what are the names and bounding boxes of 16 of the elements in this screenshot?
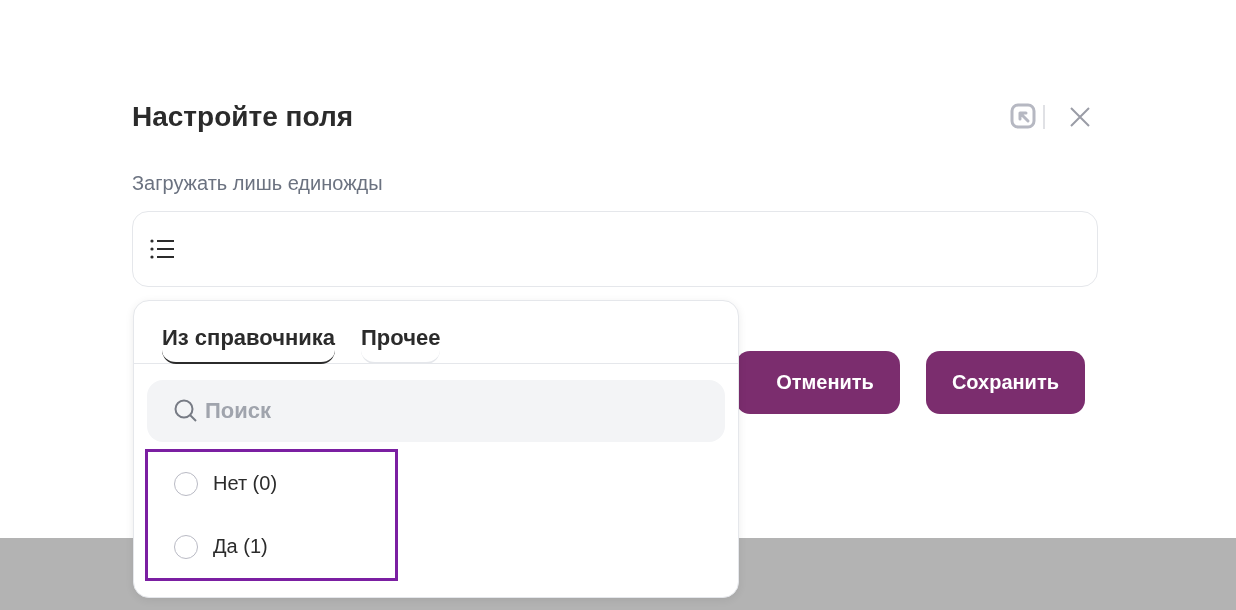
dialog-title: Настройте поля [132, 101, 354, 133]
field-label: Загружать лишь единожды [132, 172, 384, 195]
tab[interactable]: Из справочника [162, 301, 335, 364]
search-icon [173, 398, 199, 424]
search-field[interactable]: Поиск [147, 380, 725, 442]
option-label[interactable]: Да (1) [213, 535, 268, 558]
radio-button[interactable] [174, 534, 198, 559]
cancel-button[interactable]: Отменить [736, 351, 900, 414]
select-field[interactable] [132, 211, 1098, 287]
list-icon [149, 238, 175, 260]
save-button[interactable]: Сохранить [925, 351, 1085, 414]
option-label[interactable]: Нет (0) [213, 472, 278, 495]
collapse-icon[interactable] [1010, 103, 1046, 131]
close-icon[interactable] [1070, 107, 1090, 127]
radio-button[interactable] [174, 471, 198, 496]
tab[interactable]: Прочее [361, 301, 441, 364]
